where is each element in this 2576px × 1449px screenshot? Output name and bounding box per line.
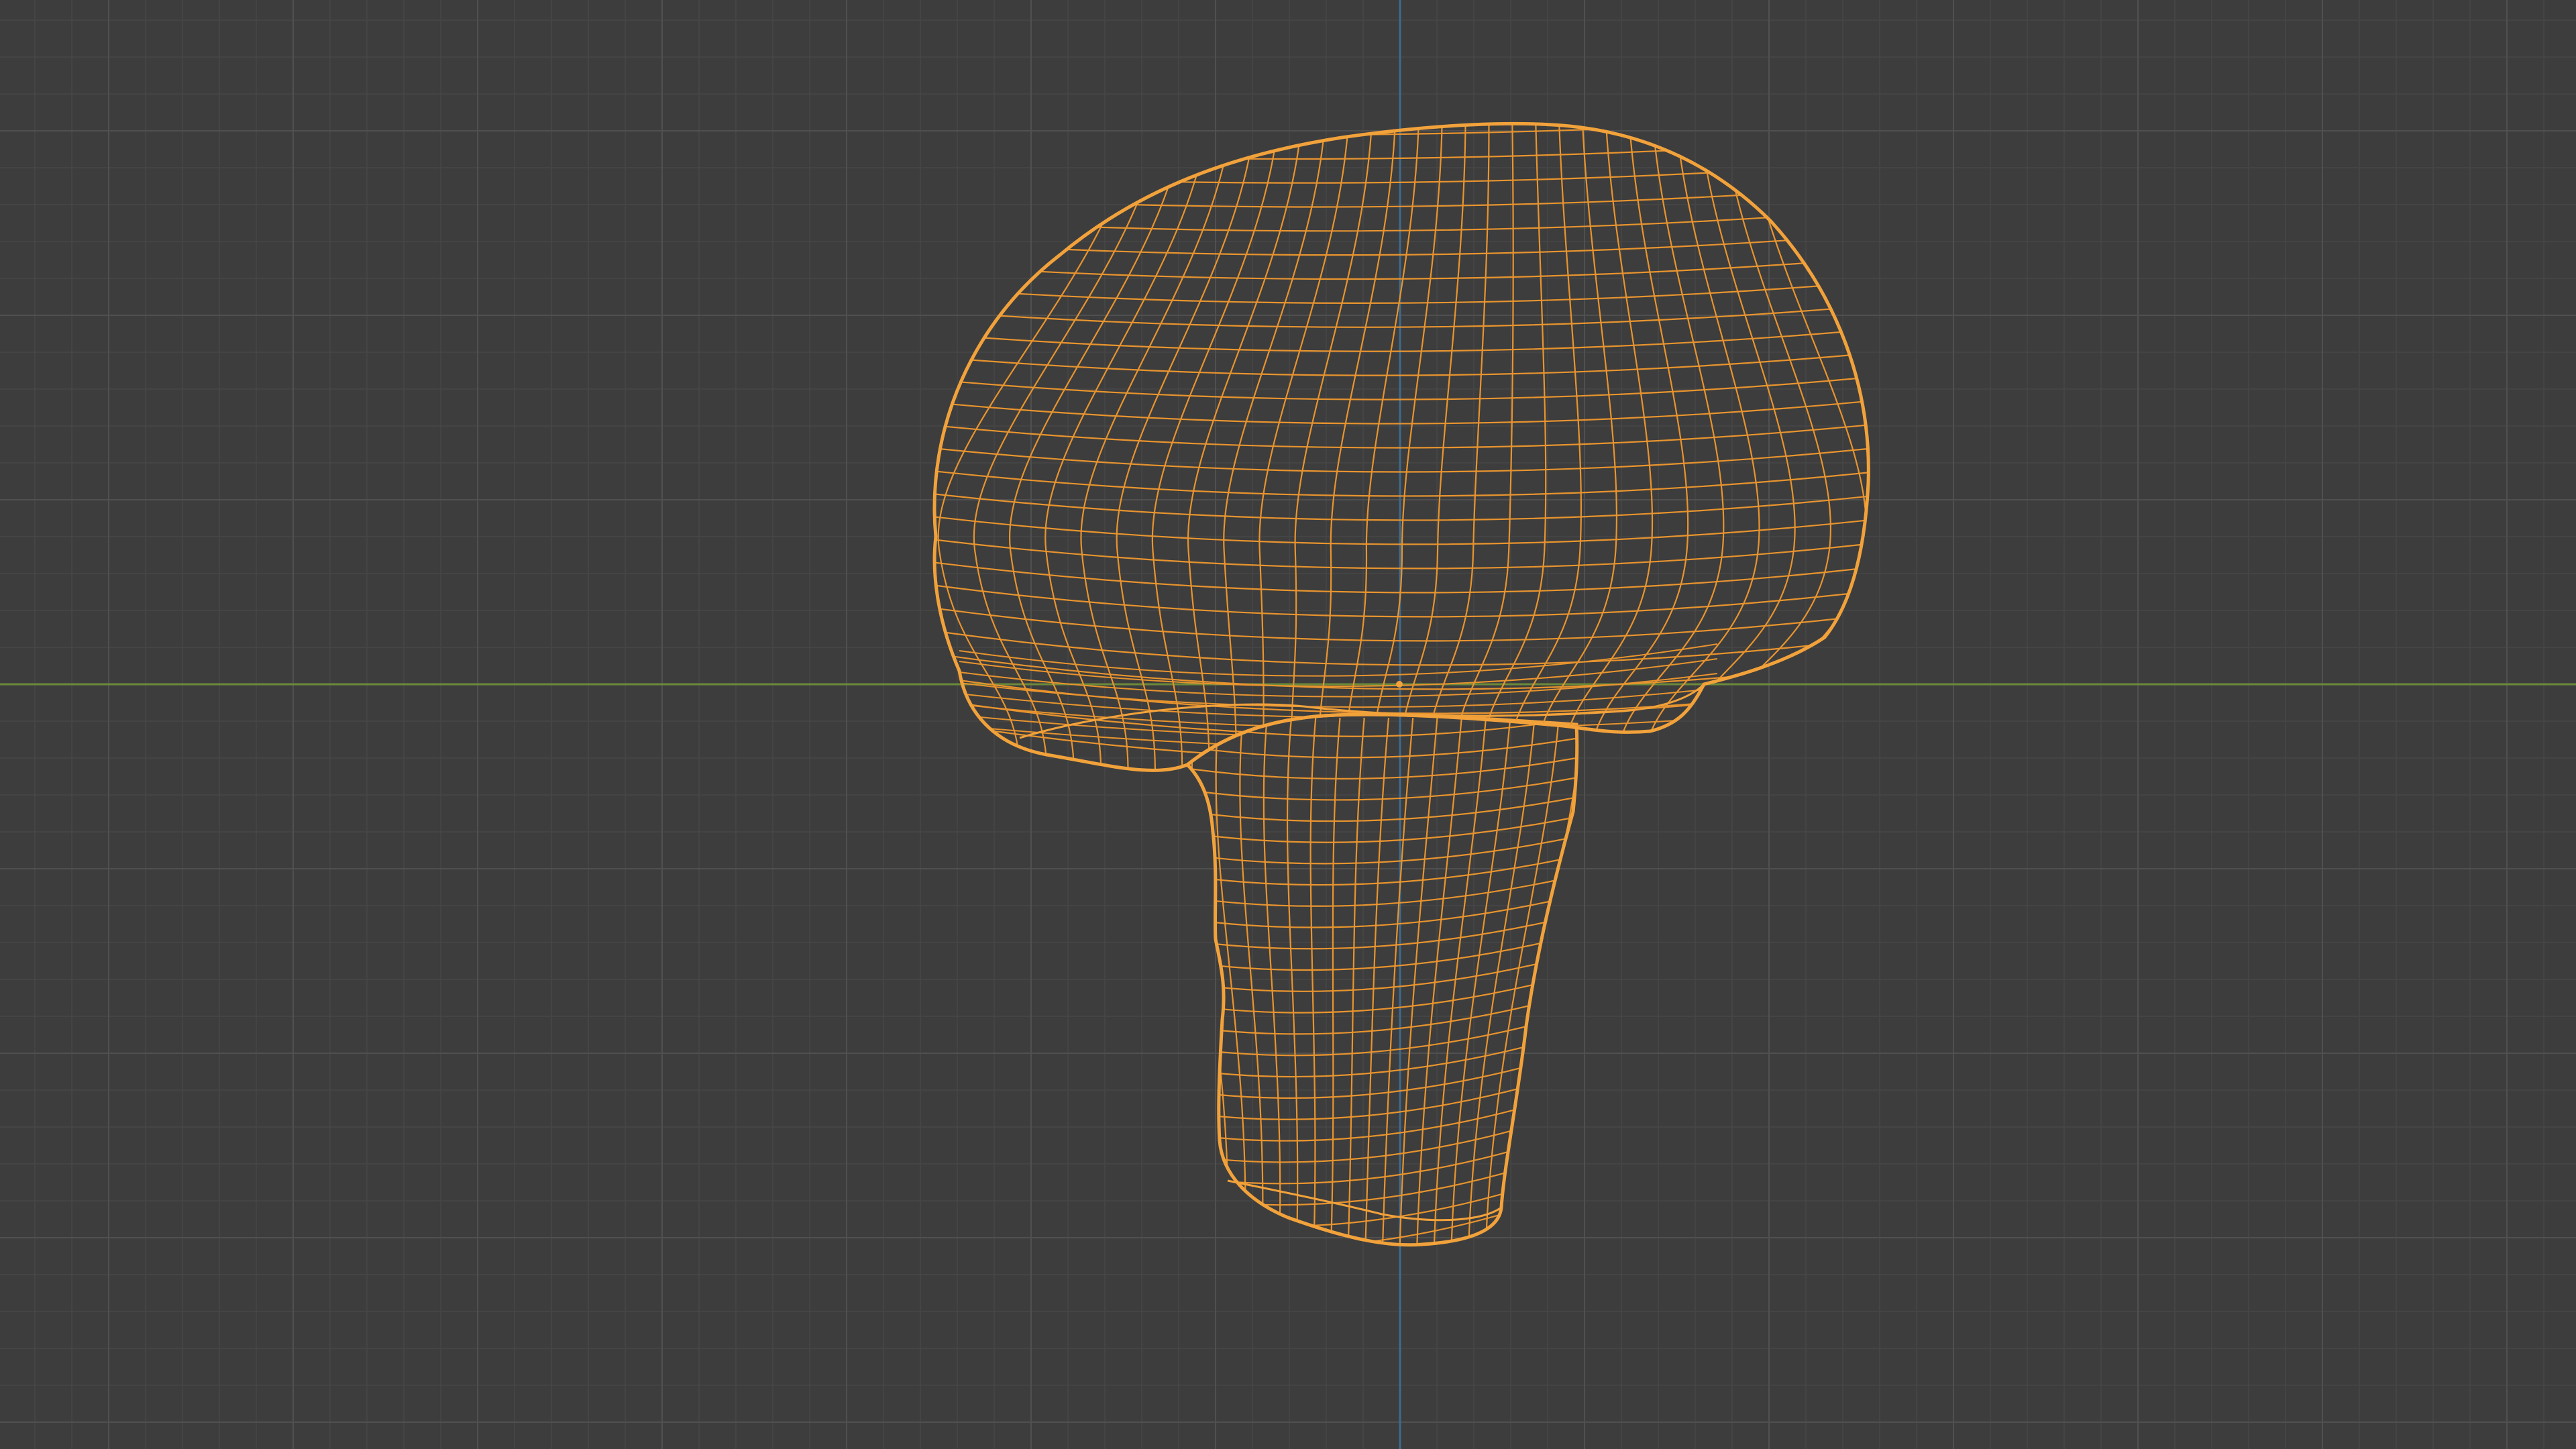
cap-rim-edge xyxy=(959,658,1718,687)
viewport-scene[interactable] xyxy=(0,0,2576,1449)
cap-latitude-edge xyxy=(934,535,1869,570)
cap-latitude-edge xyxy=(934,374,1869,400)
stem-horizontal-edge xyxy=(1187,893,1577,928)
stem-vertical-edge xyxy=(1347,717,1365,1245)
viewport-grid-minor xyxy=(0,0,2576,1449)
cap-meridian-edge xyxy=(1398,123,1466,771)
stem-horizontal-edge xyxy=(1187,932,1577,971)
cap-latitude-edge xyxy=(934,327,1869,352)
object-origin-dot xyxy=(1396,681,1403,688)
cap-meridian-edge xyxy=(1258,123,1350,771)
mushroom-object[interactable] xyxy=(906,101,1892,1254)
stem-horizontal-edge xyxy=(1187,873,1577,907)
viewport-grid-major xyxy=(0,0,2576,1449)
cap-latitude-edge xyxy=(934,137,1869,160)
cap-outline xyxy=(932,121,1870,772)
cap-meridian-edge xyxy=(1723,123,1868,771)
cap-latitude-edge xyxy=(934,513,1869,545)
cap-meridian-edge xyxy=(1696,123,1831,771)
cap-latitude-edge xyxy=(934,160,1869,184)
cap-latitude-edge xyxy=(934,231,1869,256)
cap-latitude-edge xyxy=(934,279,1869,305)
cap-meridian-edge xyxy=(1344,123,1420,771)
cap-meridian-edge xyxy=(1187,123,1304,771)
3d-viewport[interactable] xyxy=(0,0,2576,1449)
stem-vertical-edge xyxy=(1239,717,1264,1245)
stem-horizontal-edge xyxy=(1187,1186,1577,1245)
stem-horizontal-edge xyxy=(1187,854,1577,886)
stem-vertical-edge xyxy=(1330,717,1341,1245)
cap-meridian-edge xyxy=(1371,123,1444,771)
cap-latitude-edge xyxy=(934,557,1869,594)
cap-meridian-edge xyxy=(1289,123,1374,771)
stem-horizontal-edge xyxy=(1187,951,1577,992)
stem-vertical-edge xyxy=(1433,717,1487,1245)
cap-meridian-edge xyxy=(1506,123,1582,771)
stem-horizontal-edge xyxy=(1187,775,1577,801)
cap-wireframe xyxy=(934,123,1869,771)
cap-latitude-edge xyxy=(934,626,1869,666)
cap-latitude-edge xyxy=(934,490,1869,521)
cap-meridian-edge xyxy=(1615,123,1725,771)
stem-wireframe xyxy=(1187,716,1577,1245)
cap-meridian-edge xyxy=(1223,123,1328,771)
cap-latitude-edge xyxy=(934,444,1869,473)
stem-vertical-edge xyxy=(1309,717,1317,1245)
